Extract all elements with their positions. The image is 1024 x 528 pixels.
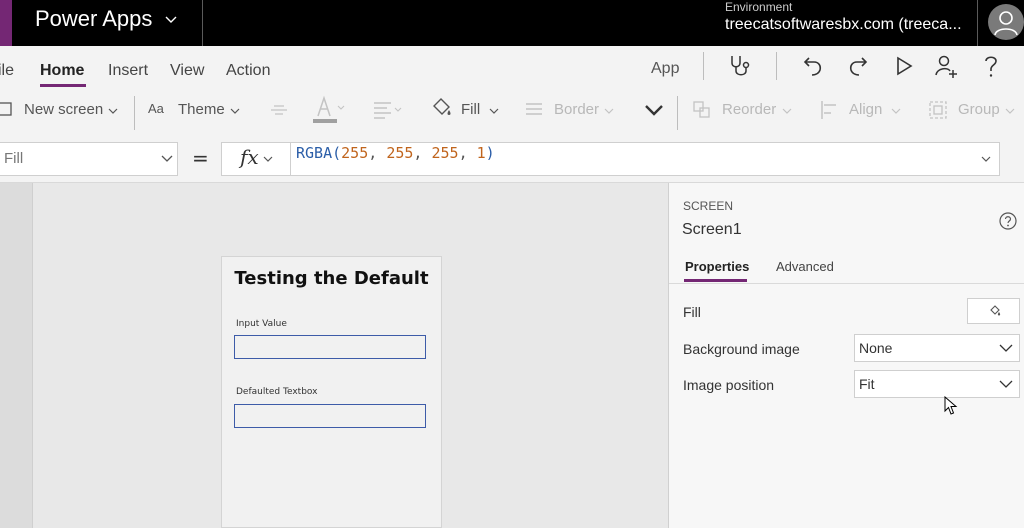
mouse-cursor-icon bbox=[944, 396, 958, 415]
align-icon bbox=[821, 101, 836, 119]
undo-icon[interactable] bbox=[801, 54, 825, 78]
tab-properties[interactable]: Properties bbox=[685, 259, 749, 274]
new-screen-button[interactable]: New screen bbox=[24, 101, 103, 118]
font-color-icon[interactable] bbox=[312, 94, 346, 124]
selected-control-name[interactable]: Screen1 bbox=[682, 221, 742, 239]
defaulted-textbox-label[interactable]: Defaulted Textbox bbox=[236, 387, 317, 397]
input-value-label[interactable]: Input Value bbox=[236, 319, 287, 329]
active-tab-indicator bbox=[40, 84, 86, 87]
menu-insert[interactable]: Insert bbox=[108, 62, 148, 80]
chevron-down-icon[interactable] bbox=[980, 153, 992, 165]
input-value-textbox[interactable] bbox=[234, 335, 426, 359]
panel-caption: SCREEN bbox=[683, 199, 734, 213]
active-tab-indicator bbox=[684, 279, 747, 282]
stethoscope-icon[interactable] bbox=[727, 53, 753, 79]
formula-separator: , bbox=[368, 144, 387, 162]
formula-separator: , bbox=[458, 144, 477, 162]
menu-view[interactable]: View bbox=[170, 62, 204, 80]
chevron-down-icon[interactable] bbox=[160, 153, 174, 165]
formula-function: RGBA( bbox=[296, 144, 342, 162]
defaulted-textbox[interactable] bbox=[234, 404, 426, 428]
theme-icon: Aa bbox=[148, 101, 164, 116]
brand-strip bbox=[0, 0, 12, 46]
group-icon bbox=[929, 101, 947, 119]
chevron-down-icon[interactable] bbox=[262, 153, 274, 165]
chevron-down-icon[interactable] bbox=[999, 378, 1013, 390]
share-user-icon[interactable] bbox=[933, 53, 959, 79]
environment-selector[interactable]: treecatsoftwaresbx.com (treeca... bbox=[725, 16, 962, 34]
menu-divider bbox=[776, 52, 777, 80]
image-position-value: Fit bbox=[859, 376, 875, 392]
equals-sign: = bbox=[192, 146, 209, 170]
avatar[interactable] bbox=[988, 4, 1024, 40]
chevron-down-icon[interactable] bbox=[603, 105, 615, 117]
fx-icon: fx bbox=[240, 145, 259, 169]
formula-arg: 1 bbox=[476, 144, 486, 162]
reorder-button[interactable]: Reorder bbox=[722, 101, 776, 118]
chevron-down-icon[interactable] bbox=[1004, 105, 1016, 117]
fill-bucket-icon bbox=[990, 305, 1001, 316]
menu-bar bbox=[0, 46, 1024, 88]
formula-text: RGBA(255, 255, 255, 1) bbox=[296, 144, 495, 162]
text-align-icon[interactable] bbox=[373, 100, 405, 120]
title-divider bbox=[977, 0, 978, 46]
help-circle-icon[interactable] bbox=[999, 212, 1017, 230]
app-title[interactable]: Power Apps bbox=[35, 6, 152, 32]
menu-app[interactable]: App bbox=[651, 60, 679, 78]
formula-arg: 255 bbox=[386, 144, 414, 162]
person-icon bbox=[994, 11, 1018, 36]
formula-arg: 255 bbox=[431, 144, 459, 162]
chevron-down-icon[interactable] bbox=[890, 105, 902, 117]
image-position-label: Image position bbox=[683, 377, 775, 393]
chevron-down-icon[interactable] bbox=[164, 12, 178, 26]
reorder-icon bbox=[693, 101, 710, 118]
property-dropdown[interactable] bbox=[0, 142, 178, 176]
chevron-down-icon[interactable] bbox=[999, 342, 1013, 354]
title-divider bbox=[202, 0, 203, 46]
play-icon[interactable] bbox=[893, 55, 915, 77]
background-image-value: None bbox=[859, 340, 893, 356]
menu-divider bbox=[703, 52, 704, 80]
environment-label: Environment bbox=[725, 0, 793, 14]
fill-button[interactable]: Fill bbox=[461, 101, 480, 118]
chevron-down-icon[interactable] bbox=[229, 105, 241, 117]
expand-ribbon-icon[interactable] bbox=[643, 101, 665, 119]
image-position-dropdown[interactable] bbox=[854, 370, 1020, 398]
chevron-down-icon[interactable] bbox=[107, 105, 119, 117]
border-button[interactable]: Border bbox=[554, 101, 599, 118]
formula-arg: 255 bbox=[341, 144, 369, 162]
chevron-down-icon[interactable] bbox=[781, 105, 793, 117]
property-dropdown-value: Fill bbox=[4, 150, 24, 167]
fill-color-picker[interactable] bbox=[967, 298, 1020, 324]
help-icon[interactable] bbox=[980, 53, 1002, 79]
formula-separator: , bbox=[413, 144, 432, 162]
border-icon bbox=[526, 103, 542, 115]
menu-home[interactable]: Home bbox=[40, 62, 84, 80]
background-image-label: Background image bbox=[683, 341, 800, 357]
formula-close: ) bbox=[485, 144, 495, 162]
chevron-down-icon[interactable] bbox=[488, 105, 500, 117]
menu-action[interactable]: Action bbox=[226, 62, 270, 80]
toolbar-divider bbox=[677, 96, 678, 130]
fill-bucket-icon bbox=[433, 98, 451, 115]
toolbar-divider bbox=[134, 96, 135, 130]
menu-file[interactable]: ile bbox=[0, 62, 14, 80]
tab-advanced[interactable]: Advanced bbox=[776, 259, 834, 274]
strikethrough-icon[interactable] bbox=[269, 102, 289, 118]
screen-title-label[interactable]: Testing the Default bbox=[221, 268, 442, 289]
tabs-divider bbox=[669, 283, 1024, 284]
group-button[interactable]: Group bbox=[958, 101, 1000, 118]
align-button[interactable]: Align bbox=[849, 101, 882, 118]
fill-label: Fill bbox=[683, 304, 701, 320]
new-screen-icon bbox=[0, 102, 12, 116]
canvas-scroll-gutter bbox=[0, 183, 33, 528]
redo-icon[interactable] bbox=[846, 54, 870, 78]
theme-button[interactable]: Theme bbox=[178, 101, 225, 118]
